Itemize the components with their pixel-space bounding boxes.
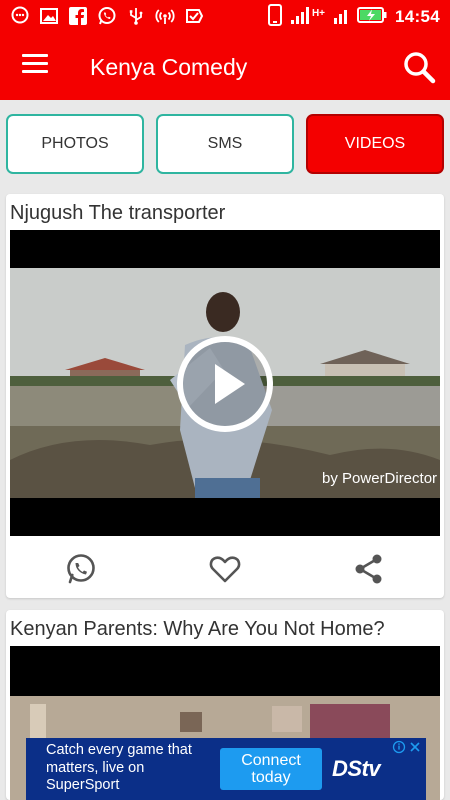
play-button[interactable] — [175, 334, 275, 434]
video-title: Njugush The transporter — [10, 202, 226, 224]
network-type-label: H+ — [311, 7, 326, 19]
system-icons: H+ 14:54 — [267, 3, 440, 31]
tab-videos[interactable]: VIDEOS — [306, 114, 444, 174]
ad-cta-button[interactable]: Connect today — [220, 748, 322, 790]
share-button[interactable] — [352, 552, 386, 586]
hamburger-line — [22, 70, 48, 73]
phone-icon — [267, 3, 282, 31]
play-icon — [177, 336, 273, 432]
whatsapp-notification-icon — [97, 6, 117, 26]
notification-icons — [10, 6, 204, 26]
watermark-text: by PowerDirector — [322, 470, 438, 487]
category-tabs: PHOTOS SMS VIDEOS — [0, 100, 450, 184]
facebook-icon — [68, 6, 88, 26]
video-card: Njugush The transporter by PowerDirector — [6, 194, 444, 598]
hamburger-line — [22, 54, 48, 57]
app-title: Kenya Comedy — [90, 54, 248, 80]
ad-choices-icon[interactable] — [392, 740, 422, 754]
usb-icon — [126, 6, 146, 26]
ad-brand-logo: DStv — [332, 756, 381, 781]
video-title: Kenyan Parents: Why Are You Not Home? — [10, 618, 385, 640]
search-button[interactable] — [402, 50, 436, 84]
share-icon — [355, 554, 382, 584]
signal-icon — [290, 5, 310, 30]
ad-text: Catch every game that matters, live on S… — [46, 742, 192, 793]
app-bar: Kenya Comedy — [0, 34, 450, 100]
tab-photos[interactable]: PHOTOS — [6, 114, 144, 174]
whatsapp-icon — [67, 554, 95, 584]
tab-sms[interactable]: SMS — [156, 114, 294, 174]
favorite-button[interactable] — [208, 552, 242, 586]
hamburger-line — [22, 62, 48, 65]
signal-icon-2 — [333, 5, 349, 30]
heart-icon — [209, 556, 241, 583]
app-notification-icon — [184, 6, 204, 26]
battery-icon — [357, 6, 387, 29]
search-icon — [404, 52, 436, 84]
whatsapp-share-button[interactable] — [64, 552, 98, 586]
clock: 14:54 — [395, 7, 440, 26]
ad-banner[interactable]: Catch every game that matters, live on S… — [26, 738, 426, 800]
menu-button[interactable] — [22, 54, 48, 78]
video-player[interactable]: by PowerDirector — [10, 230, 440, 536]
image-icon — [39, 6, 59, 26]
chat-bubble-icon — [10, 6, 30, 26]
video-actions — [6, 538, 444, 598]
hotspot-icon — [155, 6, 175, 26]
status-bar: H+ 14:54 — [0, 0, 450, 34]
